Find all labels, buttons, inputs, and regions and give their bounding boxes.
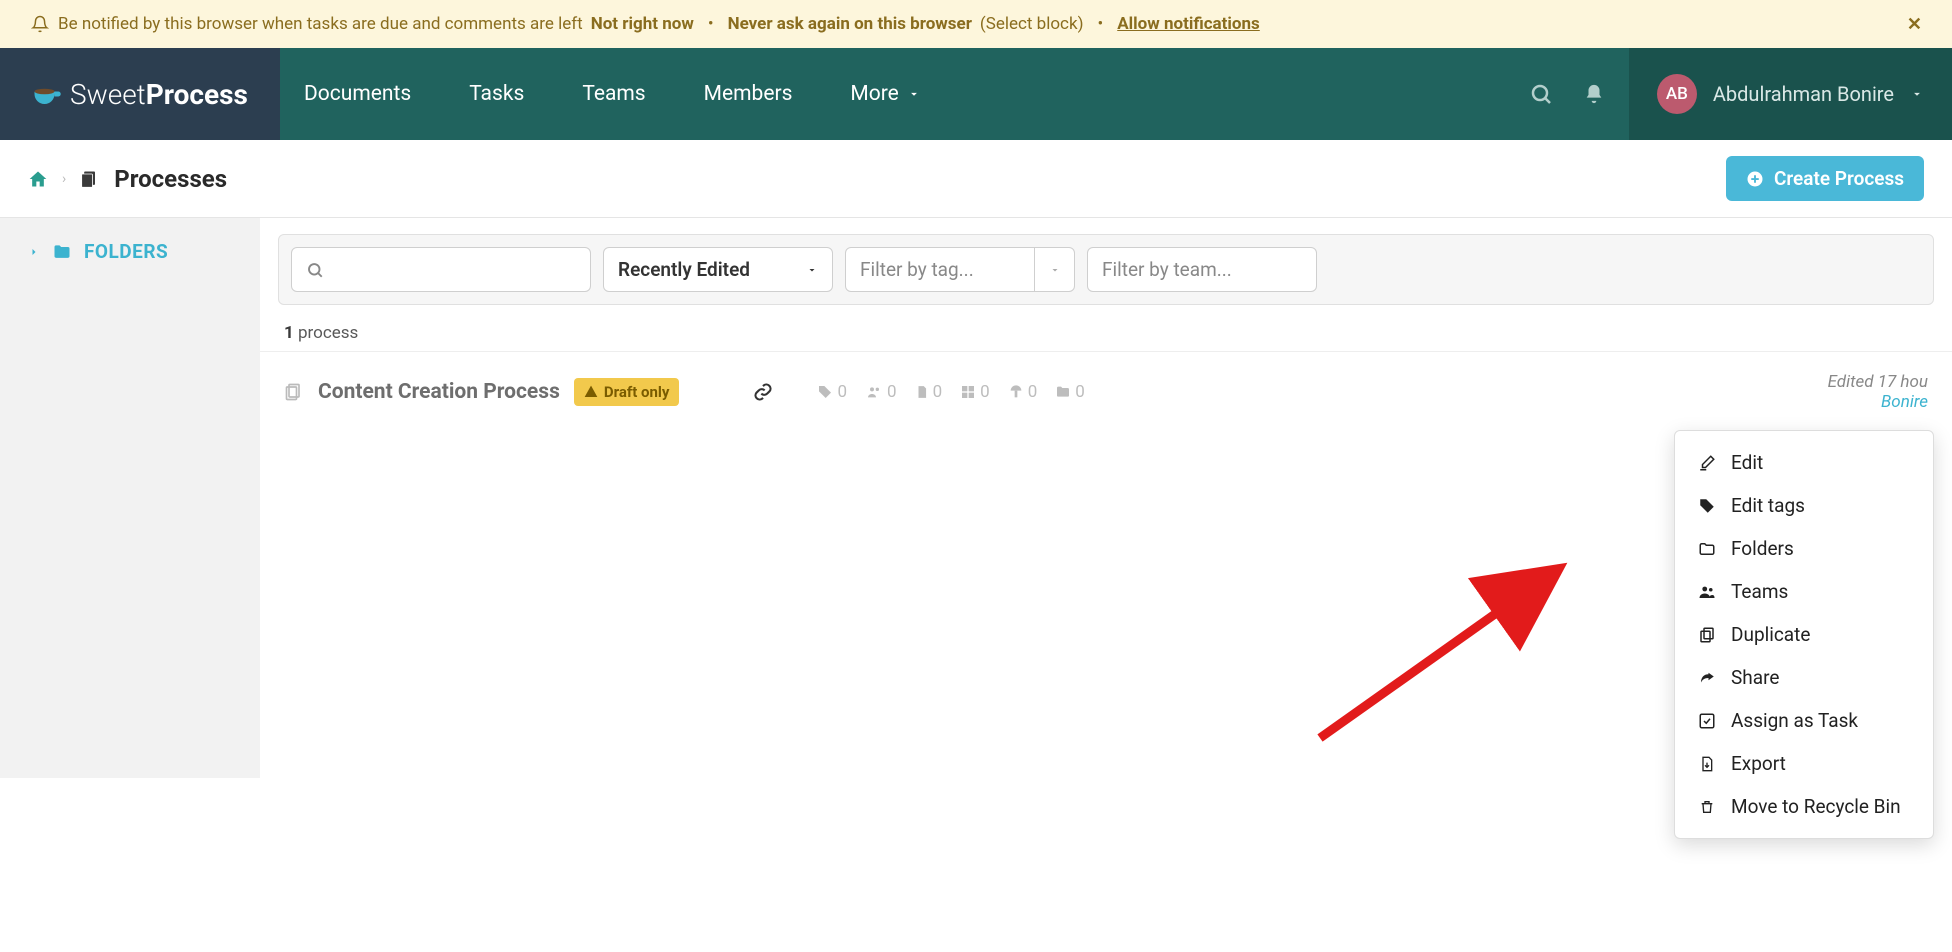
trash-icon xyxy=(1697,798,1717,816)
chevron-down-icon xyxy=(1910,87,1924,101)
link-icon[interactable] xyxy=(753,382,773,402)
duplicate-icon xyxy=(1697,626,1717,644)
chevron-down-icon xyxy=(1034,248,1074,291)
menu-edit-tags[interactable]: Edit tags xyxy=(1675,484,1933,527)
annotation-arrow xyxy=(1310,548,1590,748)
logo-sweet: Sweet xyxy=(70,78,146,111)
stat-procs: 0 xyxy=(960,382,990,402)
page-body: FOLDERS Recently Edited Filter by tag...… xyxy=(0,218,1952,778)
folder-icon xyxy=(1697,540,1717,558)
plus-circle-icon xyxy=(1746,170,1764,188)
search-icon xyxy=(306,261,324,279)
close-icon[interactable]: ✕ xyxy=(1907,14,1922,35)
chevron-right-icon xyxy=(28,246,40,258)
draft-badge: Draft only xyxy=(574,378,680,406)
processes-icon xyxy=(80,169,100,189)
logo-process: Process xyxy=(146,78,248,111)
notification-text: Be notified by this browser when tasks a… xyxy=(58,14,583,34)
filter-team-dropdown[interactable]: Filter by team... xyxy=(1087,247,1317,292)
search-input[interactable] xyxy=(291,247,591,292)
result-count: 1 process xyxy=(260,305,1952,351)
row-meta: Edited 17 hou Bonire xyxy=(1828,372,1928,412)
create-process-button[interactable]: Create Process xyxy=(1726,156,1924,201)
cup-icon xyxy=(32,79,62,109)
nav-teams[interactable]: Teams xyxy=(582,82,645,106)
menu-recycle[interactable]: Move to Recycle Bin xyxy=(1675,785,1933,828)
menu-folders[interactable]: Folders xyxy=(1675,527,1933,570)
chevron-right-icon: › xyxy=(62,171,66,187)
menu-teams[interactable]: Teams xyxy=(1675,570,1933,613)
nav-more-label: More xyxy=(850,82,898,106)
warning-icon xyxy=(584,385,598,399)
menu-edit[interactable]: Edit xyxy=(1675,441,1933,484)
stat-members: 0 xyxy=(865,382,897,402)
stat-tags: 0 xyxy=(817,382,847,402)
avatar: AB xyxy=(1657,74,1697,114)
stat-docs: 0 xyxy=(915,382,943,402)
export-icon xyxy=(1697,755,1717,773)
context-menu: Edit Edit tags Folders Teams Duplicate S… xyxy=(1674,430,1934,839)
copy-icon xyxy=(284,382,304,402)
page-title: Processes xyxy=(114,165,227,193)
filter-bar: Recently Edited Filter by tag... Filter … xyxy=(278,234,1934,305)
logo[interactable]: SweetProcess xyxy=(0,48,280,140)
nav-documents[interactable]: Documents xyxy=(304,82,411,106)
notification-allow[interactable]: Allow notifications xyxy=(1117,14,1260,34)
search-icon[interactable] xyxy=(1529,82,1553,106)
stat-tasks: 0 xyxy=(1008,382,1038,402)
share-icon xyxy=(1697,669,1717,687)
menu-duplicate[interactable]: Duplicate xyxy=(1675,613,1933,656)
sidebar: FOLDERS xyxy=(0,218,260,778)
sort-value: Recently Edited xyxy=(618,258,750,281)
filter-tag-dropdown[interactable]: Filter by tag... xyxy=(845,247,1075,292)
menu-share[interactable]: Share xyxy=(1675,656,1933,699)
teams-icon xyxy=(1697,583,1717,601)
sidebar-folders-label: FOLDERS xyxy=(84,240,168,263)
nav-tasks[interactable]: Tasks xyxy=(469,82,524,106)
row-edited: Edited 17 hou xyxy=(1828,372,1928,392)
tag-icon xyxy=(1697,497,1717,515)
breadcrumb: › Processes Create Process xyxy=(0,140,1952,218)
chevron-down-icon xyxy=(907,87,921,101)
draft-badge-label: Draft only xyxy=(604,383,670,401)
row-author[interactable]: Bonire xyxy=(1828,392,1928,412)
result-count-label: process xyxy=(298,323,358,343)
edit-icon xyxy=(1697,454,1717,472)
check-square-icon xyxy=(1697,712,1717,730)
separator-dot: • xyxy=(708,14,714,34)
main-content: Recently Edited Filter by tag... Filter … xyxy=(260,218,1952,778)
create-process-label: Create Process xyxy=(1774,167,1904,190)
bell-outline-icon xyxy=(30,15,50,33)
chevron-down-icon xyxy=(806,264,818,276)
stats: 0 0 0 0 0 0 xyxy=(817,382,1084,402)
separator-dot: • xyxy=(1097,14,1103,34)
sidebar-folders[interactable]: FOLDERS xyxy=(28,240,232,263)
home-icon[interactable] xyxy=(28,169,48,189)
result-count-number: 1 xyxy=(284,323,294,343)
nav-members[interactable]: Members xyxy=(704,82,793,106)
menu-assign-task[interactable]: Assign as Task xyxy=(1675,699,1933,742)
nav-more[interactable]: More xyxy=(850,82,920,106)
sort-dropdown[interactable]: Recently Edited xyxy=(603,247,833,292)
app-header: SweetProcess Documents Tasks Teams Membe… xyxy=(0,48,1952,140)
main-nav: Documents Tasks Teams Members More xyxy=(280,48,1629,140)
stat-folders: 0 xyxy=(1055,382,1085,402)
process-row[interactable]: Content Creation Process Draft only 0 0 … xyxy=(260,351,1952,432)
notification-bar: Be notified by this browser when tasks a… xyxy=(0,0,1952,48)
notification-not-now[interactable]: Not right now xyxy=(591,14,694,34)
menu-export[interactable]: Export xyxy=(1675,742,1933,785)
process-title: Content Creation Process xyxy=(318,380,560,404)
filter-tag-placeholder: Filter by tag... xyxy=(846,248,1034,291)
user-name: Abdulrahman Bonire xyxy=(1713,82,1894,106)
notification-never-ask[interactable]: Never ask again on this browser xyxy=(728,14,972,34)
notification-select-block: (Select block) xyxy=(980,14,1084,34)
bell-icon[interactable] xyxy=(1583,83,1605,105)
folder-icon xyxy=(52,242,72,262)
user-menu[interactable]: AB Abdulrahman Bonire xyxy=(1629,48,1952,140)
